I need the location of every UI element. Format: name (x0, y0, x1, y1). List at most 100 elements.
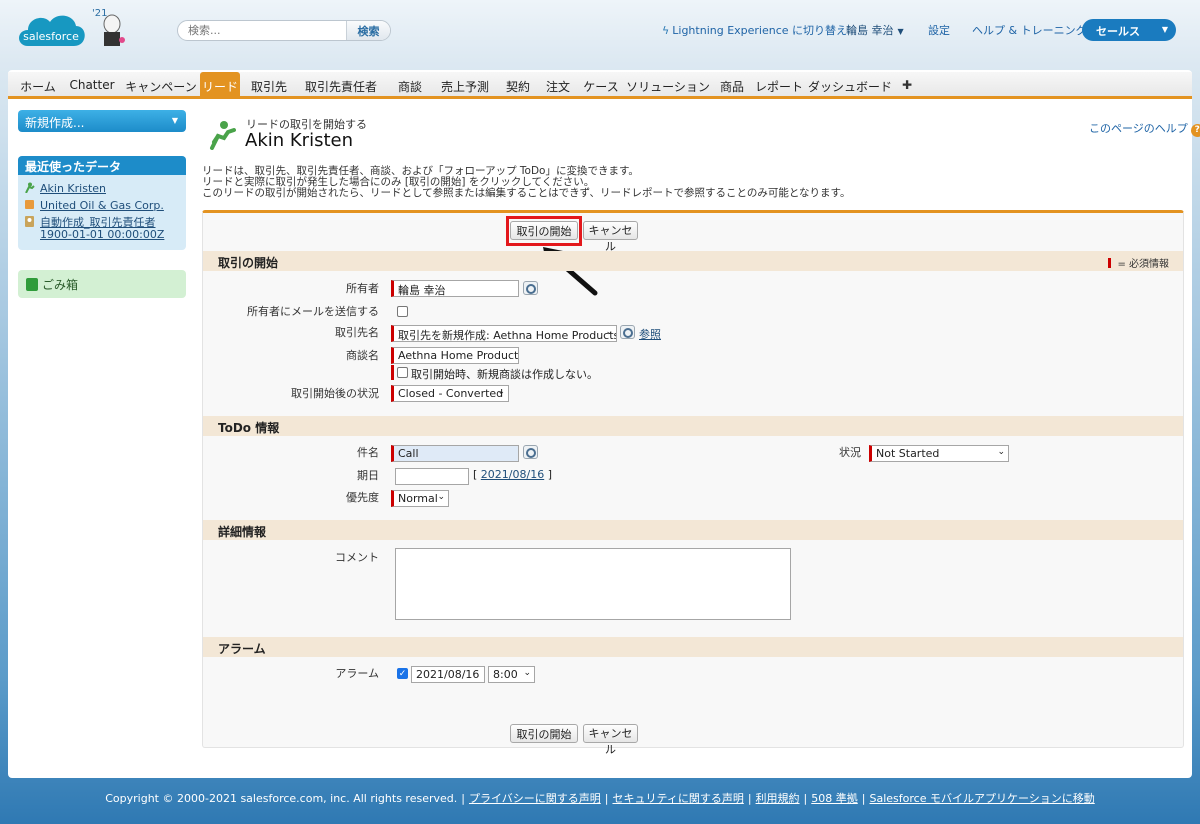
due-date-shortcut[interactable]: [ 2021/08/16 ] (473, 468, 552, 481)
user-menu[interactable]: 輪島 幸治 ▼ (846, 22, 904, 38)
tab-reports[interactable]: レポート (754, 72, 804, 98)
lightning-switch-link[interactable]: ϟ Lightning Experience に切り替え (662, 22, 847, 38)
main-panel: ホーム Chatter キャンペーン リード 取引先 取引先責任者 商談 売上予… (8, 70, 1200, 778)
section-508-link[interactable]: 508 準拠 (811, 792, 858, 805)
combo-picker-icon[interactable] (523, 445, 538, 459)
alarm-date-field[interactable]: 2021/08/16 (411, 666, 485, 683)
no-opportunity-label: 取引開始時、新規商談は作成しない。 (411, 368, 598, 381)
subject-label: 件名 (357, 446, 379, 459)
convert-button[interactable]: 取引の開始 (510, 724, 578, 743)
owner-label: 所有者 (346, 282, 379, 295)
tab-contracts[interactable]: 契約 (500, 72, 536, 98)
chevron-down-icon: ⌄ (605, 327, 613, 337)
due-date-field[interactable] (395, 468, 469, 485)
section-title: ToDo 情報 (218, 421, 280, 435)
priority-value: Normal (398, 492, 438, 505)
section-title: アラーム (218, 642, 266, 656)
instruction-line: このリードの取引が開始されたら、リードとして参照または編集することはできず、リー… (202, 187, 851, 199)
subject-field[interactable]: Call (391, 445, 519, 462)
tab-solutions[interactable]: ソリューション (626, 72, 710, 98)
required-legend: = 必須情報 (1108, 255, 1169, 270)
tab-accounts[interactable]: 取引先 (244, 72, 294, 98)
recent-items-title: 最近使ったデータ (18, 156, 186, 175)
logo-text: salesforce (23, 30, 79, 43)
section-todo-header: ToDo 情報 (203, 416, 1183, 436)
tab-opportunities[interactable]: 商談 (388, 72, 432, 98)
copyright: Copyright © 2000-2021 salesforce.com, in… (105, 792, 458, 805)
recycle-bin-link[interactable]: ごみ箱 (18, 270, 186, 298)
user-name: 輪島 幸治 (846, 24, 894, 37)
converted-status-select[interactable]: Closed - Converted ⌄ (391, 385, 509, 402)
chevron-down-icon: ▼ (897, 27, 904, 36)
comment-textarea[interactable] (395, 548, 791, 620)
search-input[interactable] (178, 21, 348, 40)
lead-icon (210, 121, 236, 150)
chevron-down-icon: ▼ (171, 116, 178, 125)
send-email-label: 所有者にメールを送信する (247, 305, 379, 318)
recent-item[interactable]: Akin Kristen (24, 182, 106, 195)
recent-item-sublabel: 1900-01-01 00:00:00Z (40, 228, 165, 241)
terms-link[interactable]: 利用規約 (756, 792, 800, 805)
salesforce-logo[interactable]: salesforce (14, 6, 88, 56)
page-help-link[interactable]: このページのヘルプ? (1089, 120, 1200, 137)
tab-chatter[interactable]: Chatter (64, 72, 120, 98)
owner-field[interactable]: 輪島 幸治 (391, 280, 519, 297)
privacy-link[interactable]: プライバシーに関する声明 (469, 792, 601, 805)
release-badge: '21 (92, 8, 107, 19)
tab-cases[interactable]: ケース (580, 72, 622, 98)
account-icon (25, 200, 34, 209)
tab-products[interactable]: 商品 (712, 72, 752, 98)
lightning-switch-label: Lightning Experience に切り替え (672, 24, 848, 37)
chevron-down-icon: ⌄ (997, 447, 1005, 457)
account-name-value: 取引先を新規作成: Aethna Home Products (398, 329, 617, 342)
view-link[interactable]: 参照 (639, 326, 661, 342)
opportunity-name-label: 商談名 (346, 349, 379, 362)
create-new-button[interactable]: 新規作成... ▼ (18, 110, 186, 132)
convert-lead-form: 取引の開始 キャンセル 取引の開始 = 必須情報 所有者 輪島 幸治 所有者にメ… (202, 210, 1184, 756)
instructions: リードは、取引先、取引先責任者、商談、および「フォローアップ ToDo」に変換で… (202, 166, 850, 199)
no-opportunity-checkbox[interactable] (397, 367, 408, 378)
comment-label: コメント (335, 551, 379, 564)
app-name: セールス (1096, 25, 1140, 38)
due-date-label: 期日 (357, 469, 379, 482)
due-date-shortcut-link[interactable]: 2021/08/16 (481, 468, 544, 481)
annotation-highlight-box (506, 216, 582, 246)
footer: Copyright © 2000-2021 salesforce.com, in… (105, 792, 1095, 805)
task-status-value: Not Started (876, 447, 940, 460)
help-icon: ? (1190, 124, 1200, 137)
app-menu[interactable]: セールス ▼ (1082, 19, 1176, 41)
lookup-icon[interactable] (620, 325, 635, 339)
chevron-down-icon: ⌄ (523, 668, 531, 678)
priority-select[interactable]: Normal ⌄ (391, 490, 449, 507)
security-link[interactable]: セキュリティに関する声明 (612, 792, 743, 805)
recent-item-label: Akin Kristen (40, 182, 106, 195)
help-training-link[interactable]: ヘルプ & トレーニング (972, 22, 1087, 38)
section-title: 取引の開始 (218, 256, 279, 270)
setup-link[interactable]: 設定 (928, 22, 950, 38)
mobile-app-link[interactable]: Salesforce モバイルアプリケーションに移動 (869, 792, 1094, 805)
lookup-icon[interactable] (523, 281, 538, 295)
mascot-icon: '21 (92, 8, 125, 46)
chevron-down-icon: ⌄ (437, 492, 445, 502)
account-name-select[interactable]: 取引先を新規作成: Aethna Home Products ⌄ (391, 325, 617, 342)
tab-contacts[interactable]: 取引先責任者 (300, 72, 382, 98)
opportunity-name-field[interactable]: Aethna Home Products- (391, 347, 519, 364)
cancel-button[interactable]: キャンセル (583, 724, 638, 756)
task-status-select[interactable]: Not Started ⌄ (869, 445, 1009, 462)
send-email-checkbox[interactable] (397, 306, 408, 317)
search-button[interactable]: 検索 (346, 21, 390, 40)
required-marker (1108, 258, 1112, 268)
alarm-time-select[interactable]: 8:00 ⌄ (488, 666, 535, 683)
tab-forecasts[interactable]: 売上予測 (434, 72, 496, 98)
recent-item[interactable]: 自動作成_取引先責任者 1900-01-01 00:00:00Z (24, 216, 164, 241)
cancel-button[interactable]: キャンセル (583, 221, 638, 253)
tab-home[interactable]: ホーム (12, 72, 64, 98)
recent-item[interactable]: United Oil & Gas Corp. (24, 199, 164, 212)
tab-leads[interactable]: リード (200, 72, 240, 98)
tab-orders[interactable]: 注文 (540, 72, 576, 98)
tab-dashboards[interactable]: ダッシュボード (808, 72, 892, 98)
tab-campaigns[interactable]: キャンペーン (122, 72, 200, 98)
alarm-checkbox[interactable]: ✓ (397, 668, 408, 679)
task-status-label: 状況 (839, 446, 861, 459)
add-tab-icon[interactable]: ✚ (896, 72, 918, 98)
